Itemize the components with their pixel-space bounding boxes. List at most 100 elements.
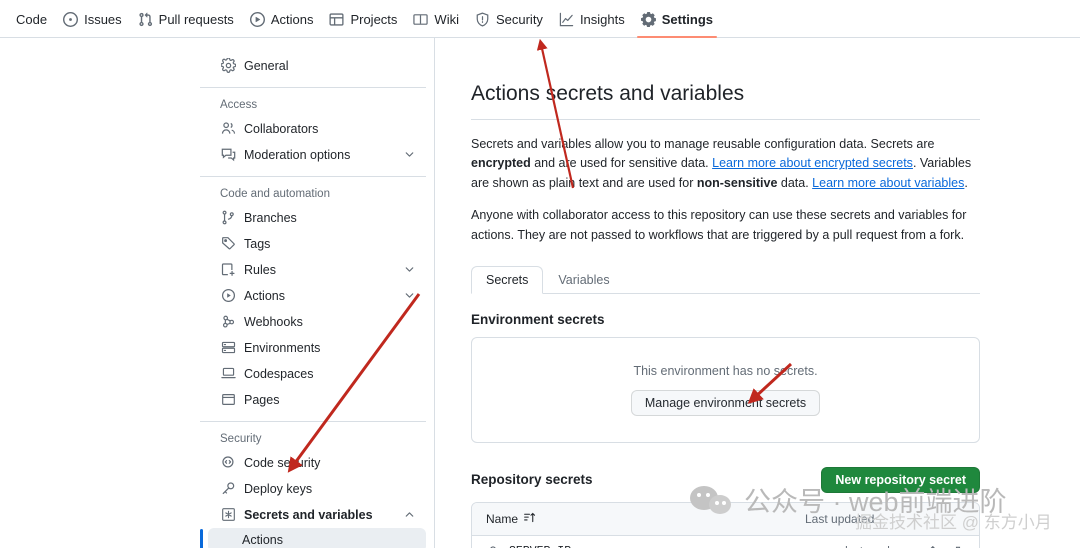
sidebar-item-label: General <box>244 58 289 73</box>
tab-secrets[interactable]: Secrets <box>471 265 544 294</box>
key-icon <box>220 481 236 496</box>
desc-bold-encrypted: encrypted <box>471 156 531 171</box>
nav-tab-security[interactable]: Security <box>467 12 551 37</box>
sidebar-item-webhooks[interactable]: Webhooks <box>208 309 426 334</box>
shield-alert-icon <box>475 12 490 27</box>
repo-navigation: Code Issues Pull requests Actions Projec… <box>0 0 1080 38</box>
description-paragraph-1: Secrets and variables allow you to manag… <box>471 135 980 193</box>
chevron-down-icon <box>403 263 416 276</box>
sidebar-group-title-access: Access <box>220 99 258 111</box>
nav-tab-label: Issues <box>84 12 122 27</box>
page-body: General Access Collaborators Moderation … <box>0 38 1080 548</box>
sidebar-item-tags[interactable]: Tags <box>208 231 426 256</box>
comment-discussion-icon <box>220 147 236 162</box>
tag-icon <box>220 236 236 251</box>
chevron-up-icon <box>403 508 416 521</box>
nav-tab-label: Pull requests <box>158 12 234 27</box>
main-content: Actions secrets and variables Secrets an… <box>435 38 1080 548</box>
sidebar-subitem-actions[interactable]: Actions <box>200 528 426 548</box>
sidebar-item-label: Moderation options <box>244 147 351 162</box>
sidebar-item-label: Tags <box>244 236 271 251</box>
sidebar-item-code-security[interactable]: Code security <box>208 450 426 475</box>
nav-tab-label: Projects <box>350 12 398 27</box>
desc-text-part-1: Secrets and variables allow you to manag… <box>471 137 935 151</box>
link-learn-more-variables[interactable]: Learn more about variables <box>812 176 964 190</box>
sidebar-item-environments[interactable]: Environments <box>208 335 426 360</box>
play-circle-icon <box>220 288 236 303</box>
settings-sidebar: General Access Collaborators Moderation … <box>200 38 435 548</box>
column-header-name[interactable]: Name <box>486 511 805 527</box>
desc-bold-non-sensitive: non-sensitive <box>696 175 778 190</box>
rules-icon <box>220 262 236 277</box>
sort-asc-icon <box>523 511 536 527</box>
table-icon <box>329 12 344 27</box>
secrets-variables-tabbar: Secrets Variables <box>471 263 980 294</box>
chevron-down-icon <box>403 289 416 302</box>
sidebar-item-deploy-keys[interactable]: Deploy keys <box>208 476 426 501</box>
sidebar-item-collaborators[interactable]: Collaborators <box>208 116 426 141</box>
tab-label: Secrets <box>486 272 529 287</box>
server-icon <box>220 340 236 355</box>
desc-text-part-5: . <box>964 175 968 190</box>
nav-tab-issues[interactable]: Issues <box>55 12 130 37</box>
git-pull-request-icon <box>138 12 153 27</box>
sidebar-item-label: Rules <box>244 262 276 277</box>
environment-secrets-heading: Environment secrets <box>471 311 605 327</box>
table-row[interactable]: SERVER_IP last week <box>472 535 979 548</box>
nav-tab-actions[interactable]: Actions <box>242 12 322 37</box>
people-icon <box>220 121 236 136</box>
nav-tab-wiki[interactable]: Wiki <box>405 12 467 37</box>
sidebar-item-moderation-options[interactable]: Moderation options <box>208 142 426 167</box>
repository-secrets-table: Name Last updated SERVER_IP last week <box>471 501 980 548</box>
page-title: Actions secrets and variables <box>471 82 980 120</box>
sidebar-item-label: Webhooks <box>244 314 303 329</box>
nav-tab-label: Code <box>16 12 48 27</box>
sidebar-item-label: Deploy keys <box>244 481 313 496</box>
sidebar-item-label: Actions <box>244 288 285 303</box>
sidebar-item-secrets-and-variables[interactable]: Secrets and variables <box>208 502 426 527</box>
table-header-row: Name Last updated <box>472 502 979 536</box>
tab-label: Variables <box>558 272 610 287</box>
nav-tab-label: Insights <box>579 12 625 27</box>
secrets-icon <box>220 507 236 522</box>
sidebar-item-label: Codespaces <box>244 366 314 381</box>
code-security-icon <box>220 455 236 470</box>
sidebar-item-label: Pages <box>244 392 280 407</box>
nav-tab-projects[interactable]: Projects <box>321 12 405 37</box>
git-branch-icon <box>220 210 236 225</box>
nav-tab-code[interactable]: Code <box>8 12 55 37</box>
sidebar-item-label: Secrets and variables <box>244 507 373 522</box>
environment-secrets-empty-box: This environment has no secrets. Manage … <box>471 336 980 443</box>
codespaces-icon <box>220 366 236 381</box>
sidebar-item-rules[interactable]: Rules <box>208 257 426 282</box>
gear-icon <box>640 12 656 27</box>
manage-environment-secrets-button[interactable]: Manage environment secrets <box>630 389 821 416</box>
issue-opened-icon <box>63 12 79 27</box>
desc-text-part-4: data. <box>777 175 813 190</box>
tab-variables[interactable]: Variables <box>543 266 624 294</box>
nav-tab-label: Actions <box>270 12 314 27</box>
sidebar-item-actions[interactable]: Actions <box>208 283 426 308</box>
environment-secrets-empty-message: This environment has no secrets. <box>633 363 818 378</box>
sidebar-item-pages[interactable]: Pages <box>208 387 426 412</box>
nav-tab-pull-requests[interactable]: Pull requests <box>130 12 242 37</box>
sidebar-item-codespaces[interactable]: Codespaces <box>208 361 426 386</box>
sidebar-group-title-code-and-automation: Code and automation <box>220 188 330 200</box>
desc-text-part-2: and are used for sensitive data. <box>530 156 713 171</box>
sidebar-item-general[interactable]: General <box>208 53 426 78</box>
sidebar-subitem-label: Actions <box>242 533 283 547</box>
sidebar-item-label: Branches <box>244 210 297 225</box>
browser-icon <box>220 392 236 407</box>
repository-secrets-heading: Repository secrets <box>471 472 593 488</box>
nav-tab-settings[interactable]: Settings <box>633 12 721 38</box>
sidebar-item-branches[interactable]: Branches <box>208 205 426 230</box>
sidebar-group-title-security: Security <box>220 433 262 445</box>
repository-secrets-header: Repository secrets New repository secret <box>471 466 980 493</box>
sidebar-divider <box>200 421 426 422</box>
new-repository-secret-button[interactable]: New repository secret <box>821 466 980 493</box>
link-encrypted-secrets[interactable]: Learn more about encrypted secrets <box>712 156 913 170</box>
column-header-last-updated: Last updated <box>805 511 875 526</box>
sidebar-item-label: Code security <box>244 455 321 470</box>
nav-tab-insights[interactable]: Insights <box>551 12 633 37</box>
nav-tab-label: Settings <box>661 12 714 27</box>
